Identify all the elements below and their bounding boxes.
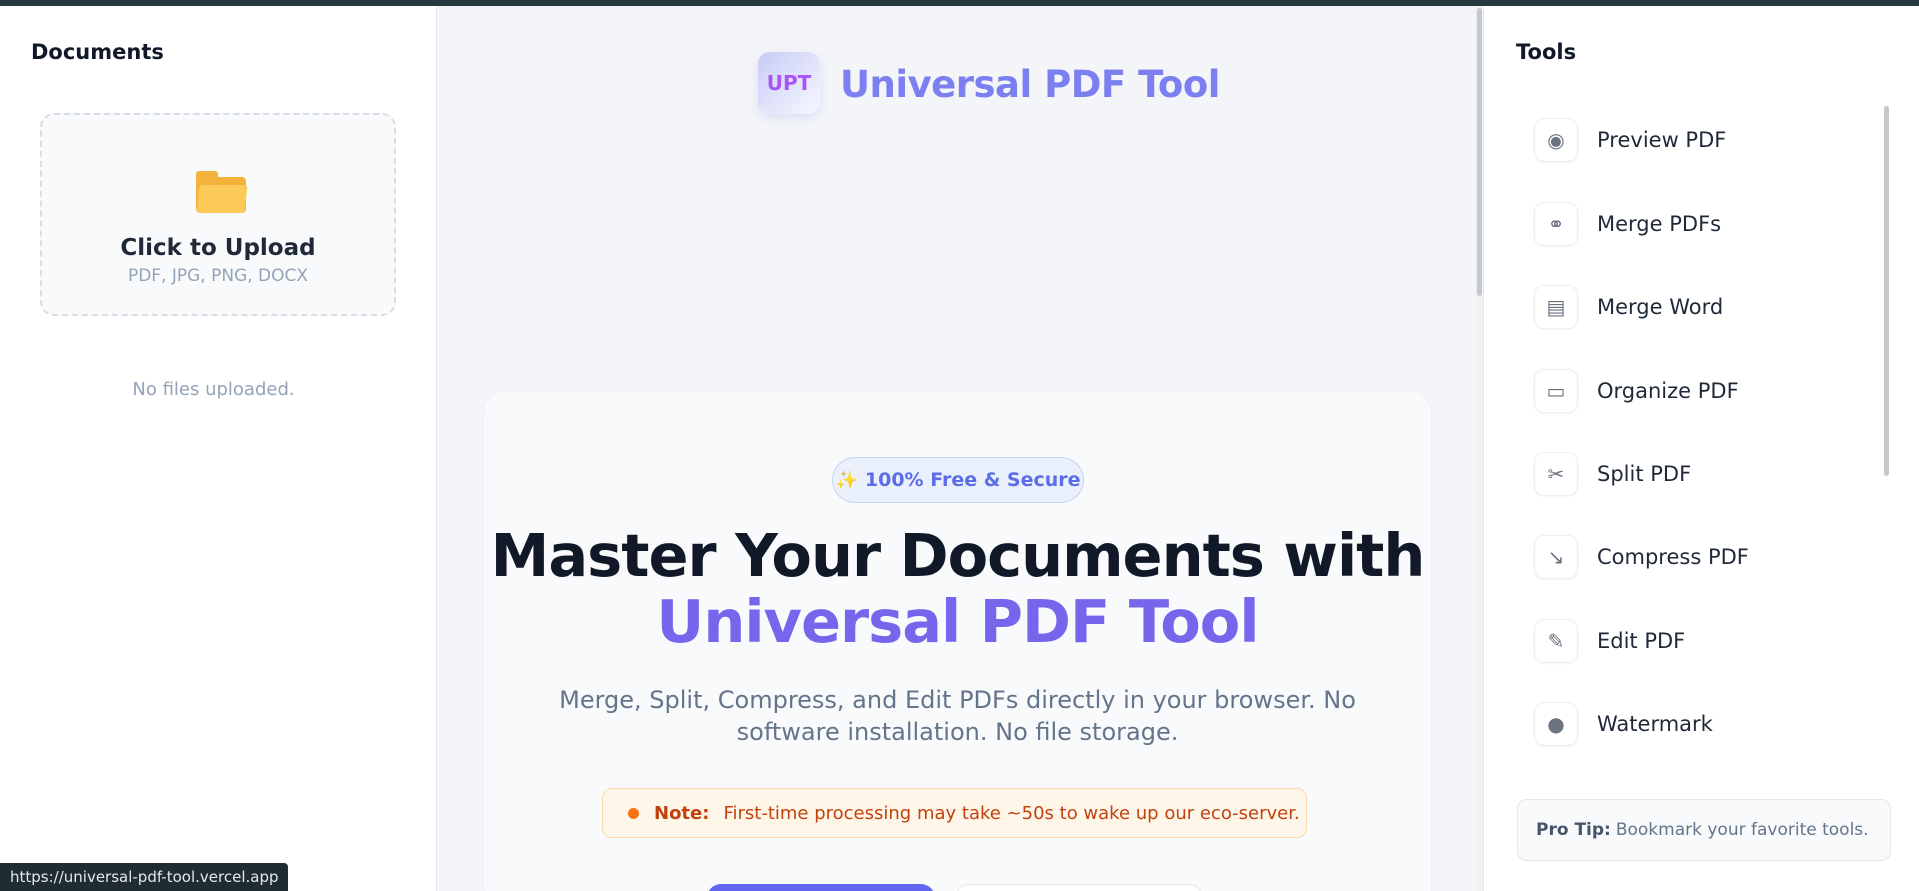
tool-split-pdf[interactable]: ✂ Split PDF: [1534, 450, 1834, 498]
note-dot-icon: [628, 807, 639, 819]
main-content: UPT Universal PDF Tool ✨ 100% Free & Sec…: [437, 6, 1483, 891]
main-scrollbar-thumb[interactable]: [1477, 8, 1482, 296]
upload-formats: PDF, JPG, PNG, DOCX: [127, 266, 309, 286]
pro-tip-box: Pro Tip: Bookmark your favorite tools.: [1517, 799, 1891, 861]
empty-files-message: No files uploaded.: [132, 379, 295, 400]
file-folder-icon: ▭: [1534, 369, 1578, 413]
hero-subtitle: Merge, Split, Compress, and Edit PDFs di…: [559, 686, 1356, 746]
tool-label: Organize PDF: [1597, 379, 1739, 403]
folder-icon: [196, 171, 248, 213]
badge-label: 100% Free & Secure: [864, 469, 1081, 491]
chart-down-icon: ↘: [1534, 535, 1578, 579]
tool-merge-word[interactable]: ▤ Merge Word: [1534, 283, 1834, 331]
tool-label: Compress PDF: [1597, 545, 1749, 569]
tool-label: Merge PDFs: [1597, 212, 1722, 236]
note-text: First-time processing may take ~50s to w…: [723, 802, 1300, 824]
upload-dropzone[interactable]: Click to Upload PDF, JPG, PNG, DOCX: [40, 113, 396, 316]
hero-headline: Master Your Documents with: [490, 521, 1426, 590]
secondary-cta-button[interactable]: [955, 884, 1203, 891]
tools-title: Tools: [1516, 40, 1577, 64]
note-label: Note:: [654, 802, 710, 824]
document-icon: ▤: [1534, 285, 1578, 329]
tool-label: Preview PDF: [1597, 128, 1727, 152]
tool-organize-pdf[interactable]: ▭ Organize PDF: [1534, 367, 1834, 415]
upload-title: Click to Upload: [120, 235, 316, 261]
tool-compress-pdf[interactable]: ↘ Compress PDF: [1534, 533, 1834, 581]
tool-label: Watermark: [1597, 712, 1713, 736]
pro-tip-text: Bookmark your favorite tools.: [1615, 820, 1869, 840]
link-status-url: https://universal-pdf-tool.vercel.app: [0, 863, 289, 891]
tool-label: Merge Word: [1597, 295, 1724, 319]
app-logo[interactable]: UPT: [758, 52, 820, 114]
tools-scrollbar-thumb[interactable]: [1884, 106, 1889, 476]
tool-label: Split PDF: [1597, 462, 1692, 486]
note-banner: Note: First-time processing may take ~50…: [602, 788, 1307, 838]
pro-tip-label: Pro Tip:: [1536, 820, 1611, 840]
sparkles-icon: ✨: [835, 469, 858, 491]
tool-preview-pdf[interactable]: ◉ Preview PDF: [1534, 116, 1834, 164]
documents-title: Documents: [31, 40, 164, 64]
app-title[interactable]: Universal PDF Tool: [840, 63, 1220, 106]
hero-card: ✨ 100% Free & Secure Master Your Documen…: [484, 391, 1431, 891]
eye-icon: ◉: [1534, 118, 1578, 162]
tools-sidebar: Tools ◉ Preview PDF ⚭ Merge PDFs ▤ Merge…: [1483, 6, 1919, 891]
scissors-icon: ✂: [1534, 452, 1578, 496]
tool-merge-pdfs[interactable]: ⚭ Merge PDFs: [1534, 200, 1834, 248]
link-icon: ⚭: [1534, 202, 1578, 246]
hero-headline-brand: Universal PDF Tool: [656, 587, 1259, 656]
free-secure-badge: ✨ 100% Free & Secure: [832, 457, 1084, 503]
tool-label: Edit PDF: [1597, 629, 1686, 653]
pencil-icon: ✎: [1534, 619, 1578, 663]
droplet-icon: ●: [1534, 702, 1578, 746]
tool-edit-pdf[interactable]: ✎ Edit PDF: [1534, 617, 1834, 665]
documents-sidebar: Documents Click to Upload PDF, JPG, PNG,…: [0, 6, 437, 891]
primary-cta-button[interactable]: [707, 884, 935, 891]
tool-watermark[interactable]: ● Watermark: [1534, 700, 1834, 748]
